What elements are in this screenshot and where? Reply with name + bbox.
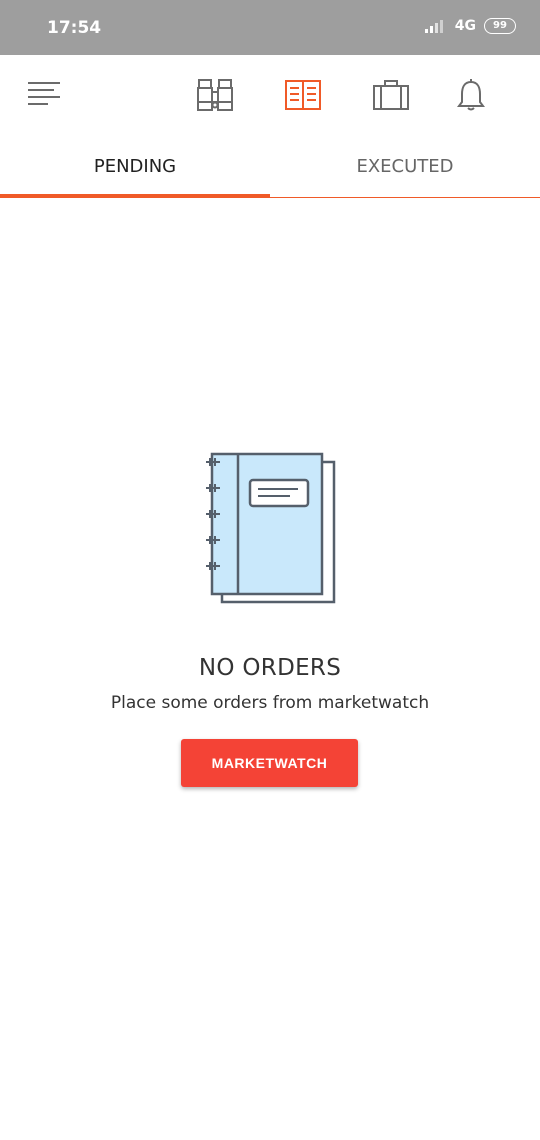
empty-state-subtitle: Place some orders from marketwatch — [110, 693, 430, 713]
status-time: 17:54 — [47, 18, 102, 38]
network-type: 4G — [454, 18, 476, 34]
top-toolbar — [0, 55, 540, 135]
status-indicators: 4G 99 — [424, 18, 516, 34]
signal-icon — [424, 20, 443, 33]
empty-state-title: NO ORDERS — [198, 655, 342, 681]
menu-icon[interactable] — [24, 73, 64, 113]
orderbook-icon[interactable] — [283, 75, 323, 115]
battery-level: 99 — [493, 20, 507, 31]
tab-pending[interactable]: PENDING — [0, 135, 270, 197]
briefcase-icon[interactable] — [371, 75, 411, 115]
status-bar: 17:54 4G 99 — [0, 0, 540, 55]
marketwatch-button[interactable]: MARKETWATCH — [181, 739, 358, 787]
tab-executed-label: EXECUTED — [356, 155, 454, 177]
battery-icon: 99 — [484, 18, 516, 34]
active-tab-indicator — [0, 194, 270, 198]
tab-pending-label: PENDING — [93, 155, 177, 177]
tab-executed[interactable]: EXECUTED — [270, 135, 540, 197]
notebook-illustration — [206, 452, 336, 604]
bell-icon[interactable] — [451, 75, 491, 115]
order-tabs: PENDING EXECUTED — [0, 135, 540, 198]
binoculars-icon[interactable] — [195, 75, 235, 115]
